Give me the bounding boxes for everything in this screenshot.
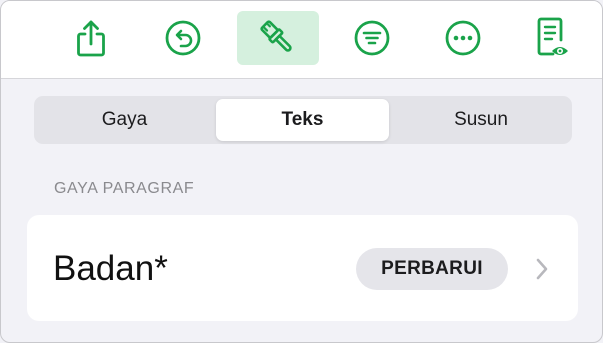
format-panel: Gaya Teks Susun GAYA PARAGRAF Badan* PER… (0, 0, 603, 343)
undo-icon (165, 20, 201, 56)
paragraph-style-row[interactable]: Badan* PERBARUI (27, 215, 578, 321)
insert-icon (354, 20, 390, 56)
more-icon (445, 20, 481, 56)
paragraph-style-header: GAYA PARAGRAF (54, 180, 195, 197)
insert-button[interactable] (331, 11, 413, 65)
paintbrush-icon (260, 20, 292, 52)
toolbar (1, 1, 602, 79)
chevron-right-icon (536, 258, 548, 280)
paragraph-style-name: Badan* (53, 249, 168, 288)
update-style-button[interactable]: PERBARUI (356, 248, 508, 290)
undo-button[interactable] (142, 11, 224, 65)
more-button[interactable] (422, 11, 504, 65)
share-icon (77, 20, 105, 57)
reading-view-icon (537, 17, 568, 56)
tab-gaya[interactable]: Gaya (37, 99, 212, 141)
share-button[interactable] (50, 11, 132, 65)
format-button[interactable] (237, 11, 319, 65)
tab-teks[interactable]: Teks (216, 99, 389, 141)
format-tabs: Gaya Teks Susun (34, 96, 572, 144)
tab-susun[interactable]: Susun (393, 99, 569, 141)
reading-view-button[interactable] (512, 11, 594, 65)
